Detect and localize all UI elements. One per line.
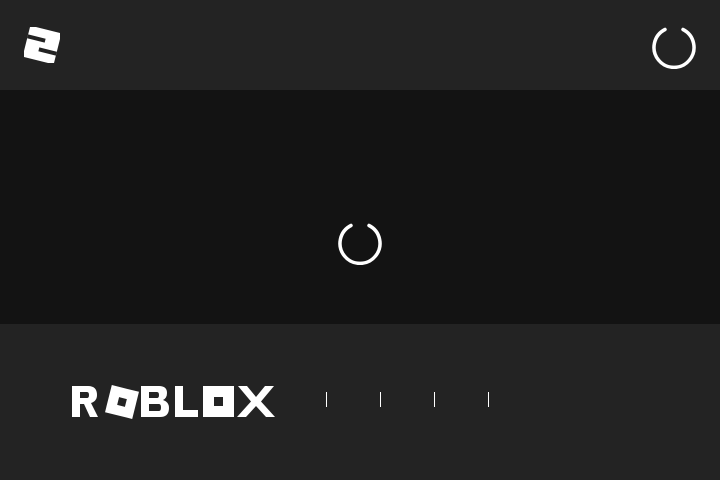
- loading-spinner-icon: [652, 27, 696, 69]
- roblox-loading-page: ROBLOX: [0, 0, 720, 480]
- wordmark-text: ROBLOX: [0, 324, 1, 325]
- footer-link[interactable]: [434, 391, 435, 407]
- footer: ROBLOX: [0, 324, 720, 480]
- top-bar: [0, 0, 720, 90]
- content-area: [0, 90, 720, 324]
- roblox-wordmark-logo[interactable]: [71, 383, 277, 421]
- roblox-logo-icon[interactable]: [24, 27, 60, 63]
- footer-nav: [326, 391, 489, 407]
- loading-spinner-icon: [338, 223, 382, 265]
- footer-link[interactable]: [326, 391, 327, 407]
- footer-link[interactable]: [380, 391, 381, 407]
- footer-link[interactable]: [488, 391, 489, 407]
